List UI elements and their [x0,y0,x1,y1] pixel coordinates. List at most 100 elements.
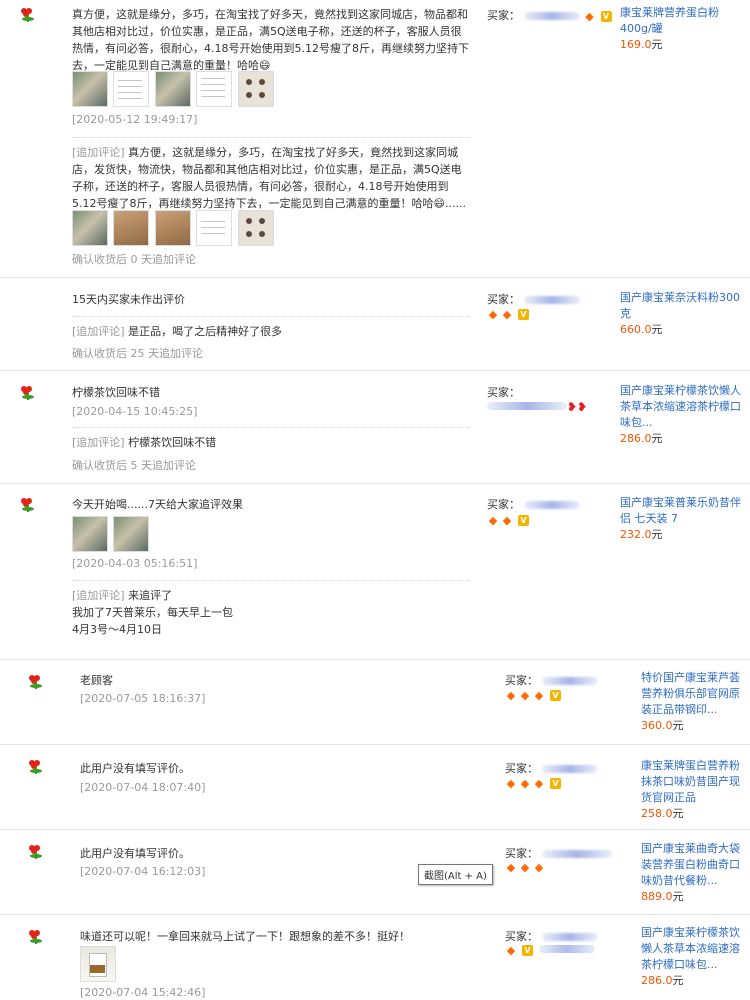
review-comment: 此用户没有填写评价。 [80,762,190,775]
append-review: [追加评论] 柠檬茶饮回味不错 [72,434,472,451]
vip-icon: V [550,777,561,789]
divider [72,137,470,138]
product-link[interactable]: 国产康宝莱柠檬茶饮懒人茶草本浓缩速溶茶柠檬口味包... [641,925,749,973]
buyer-info: 买家： [487,496,580,512]
buyer-badges: ◆ ◆ ◆ V [505,688,561,702]
buyer-label: 买家： [487,293,520,306]
review-photo[interactable] [72,71,108,107]
product-link[interactable]: 国产康宝莱曲奇大袋装营养蛋白粉曲奇口味奶昔代餐粉... [641,841,749,889]
diamond-icon: ◆ [585,9,594,23]
append-line: 我加了7天普莱乐，每天早上一包 [72,606,233,619]
review-date: [2020-07-05 18:16:37] [80,692,206,705]
review-photo[interactable] [113,71,149,107]
buyer-name-blurred [487,402,567,410]
review-date: [2020-07-04 18:07:40] [80,781,206,794]
diamond-icon: ◆ [506,776,516,790]
review-photo[interactable] [238,71,274,107]
diamond-icon: ◆ [534,688,544,702]
buyer-label: 买家： [487,498,520,511]
divider [72,580,470,581]
red-flower-icon [28,675,44,689]
buyer-badges: ❥❥ [487,400,587,414]
review-date: [2020-05-12 19:49:17] [72,113,198,126]
review-date: [2020-07-04 15:42:46] [80,986,206,999]
review-photo[interactable] [80,946,116,982]
review-photo[interactable] [196,71,232,107]
diamond-icon: ◆ [506,943,516,957]
red-flower-icon [28,760,44,774]
buyer-label: 买家： [487,9,520,22]
product-info: 康宝莱牌蛋白营养粉抹茶口味奶昔国产现货官网正品 258.0元 [641,758,749,822]
product-link[interactable]: 康宝莱牌营养蛋白粉400g/罐 [620,5,745,37]
product-info: 国产康宝莱奈沃料粉300克 660.0元 [620,290,745,338]
append-line: 4月3号～4月10日 [72,623,162,636]
diamond-icon: ◆ [506,860,516,874]
buyer-name-blurred [524,12,580,20]
review-photo[interactable] [155,210,191,246]
buyer-badges: ◆ ◆ V [487,513,529,527]
red-flower-icon [20,8,36,22]
product-price: 286.0 [641,974,673,987]
append-tag: [追加评论] [72,436,125,449]
append-tag: [追加评论] [72,589,125,602]
product-link[interactable]: 国产康宝莱奈沃料粉300克 [620,290,745,322]
review-date: [2020-07-04 16:12:03] [80,865,206,878]
vip-icon: V [550,689,561,701]
buyer-info: 买家： ◆ V [487,7,612,23]
divider [72,427,470,428]
product-link[interactable]: 国产康宝莱柠檬茶饮懒人茶草本浓缩速溶茶柠檬口味包... [620,383,745,431]
price-unit: 元 [651,432,663,445]
buyer-name-blurred [542,765,598,773]
screenshot-tooltip: 截图(Alt + A) [418,864,493,885]
buyer-label: 买家： [505,674,538,687]
append-review: [追加评论] 真方便，这就是缘分，多巧，在淘宝找了好多天，竟然找到这家同城店，发… [72,144,472,212]
buyer-name-blurred [539,945,595,953]
review-item: 15天内买家未作出评价 [追加评论] 是正品，喝了之后精神好了很多 确认收货后 … [0,278,750,371]
buyer-label: 买家： [505,930,538,943]
price-unit: 元 [672,807,684,820]
review-date: [2020-04-15 10:45:25] [72,405,198,418]
review-comment: 真方便，这就是缘分，多巧，在淘宝找了好多天，竟然找到这家同城店，物品都和其他店相… [72,8,469,72]
review-comment: 今天开始喝......7天给大家追评效果 [72,498,243,511]
buyer-name-blurred [542,933,598,941]
review-photo[interactable] [113,210,149,246]
review-photo[interactable] [72,516,108,552]
review-photo[interactable] [113,516,149,552]
price-unit: 元 [672,890,684,903]
red-flower-icon [28,930,44,944]
buyer-name-blurred [524,501,580,509]
buyer-label: 买家： [487,386,520,399]
product-price: 258.0 [641,807,673,820]
red-flower-icon [20,498,36,512]
review-date: [2020-04-03 05:16:51] [72,557,198,570]
product-price: 660.0 [620,323,652,336]
review-comment: 柠檬茶饮回味不错 [72,386,160,399]
product-info: 国产康宝莱曲奇大袋装营养蛋白粉曲奇口味奶昔代餐粉... 889.0元 [641,841,749,905]
product-info: 国产康宝莱柠檬茶饮懒人茶草本浓缩速溶茶柠檬口味包... 286.0元 [641,925,749,989]
buyer-info: 买家： [505,845,612,861]
vip-icon: V [518,308,529,320]
product-link[interactable]: 特价国产康宝莱芦荟营养粉俱乐部官网原装正品带钢印... [641,670,749,718]
product-price: 286.0 [620,432,652,445]
review-photo[interactable] [72,210,108,246]
append-photos [72,210,282,246]
review-item: 老顾客 [2020-07-05 18:16:37] 买家： ◆ ◆ ◆ V 特价国产康… [0,660,750,745]
diamond-icon: ◆ [488,513,498,527]
append-text: 真方便，这就是缘分，多巧，在淘宝找了好多天，竟然找到这家同城店，发货快，物流快，… [72,146,466,210]
review-photo[interactable] [155,71,191,107]
diamond-icon: ◆ [502,307,512,321]
product-price: 169.0 [620,38,652,51]
review-item: 味道还可以呢！一拿回来就马上试了一下！跟想象的差不多！挺好！ [2020-07-… [0,915,750,1000]
review-photos [80,946,120,982]
buyer-info: 买家： [487,384,520,400]
review-item: 此用户没有填写评价。 [2020-07-04 16:12:03] 买家： ◆ ◆ ◆… [0,830,750,915]
diamond-icon: ◆ [520,688,530,702]
buyer-badges: ◆ ◆ V [487,307,529,321]
review-comment: 味道还可以呢！一拿回来就马上试了一下！跟想象的差不多！挺好！ [80,930,410,943]
product-link[interactable]: 康宝莱牌蛋白营养粉抹茶口味奶昔国产现货官网正品 [641,758,749,806]
product-link[interactable]: 国产康宝莱普莱乐奶昔伴侣 七天装 7 [620,495,745,527]
review-comment: 15天内买家未作出评价 [72,293,185,306]
review-photo[interactable] [238,210,274,246]
diamond-icon: ◆ [506,688,516,702]
review-photo[interactable] [196,210,232,246]
